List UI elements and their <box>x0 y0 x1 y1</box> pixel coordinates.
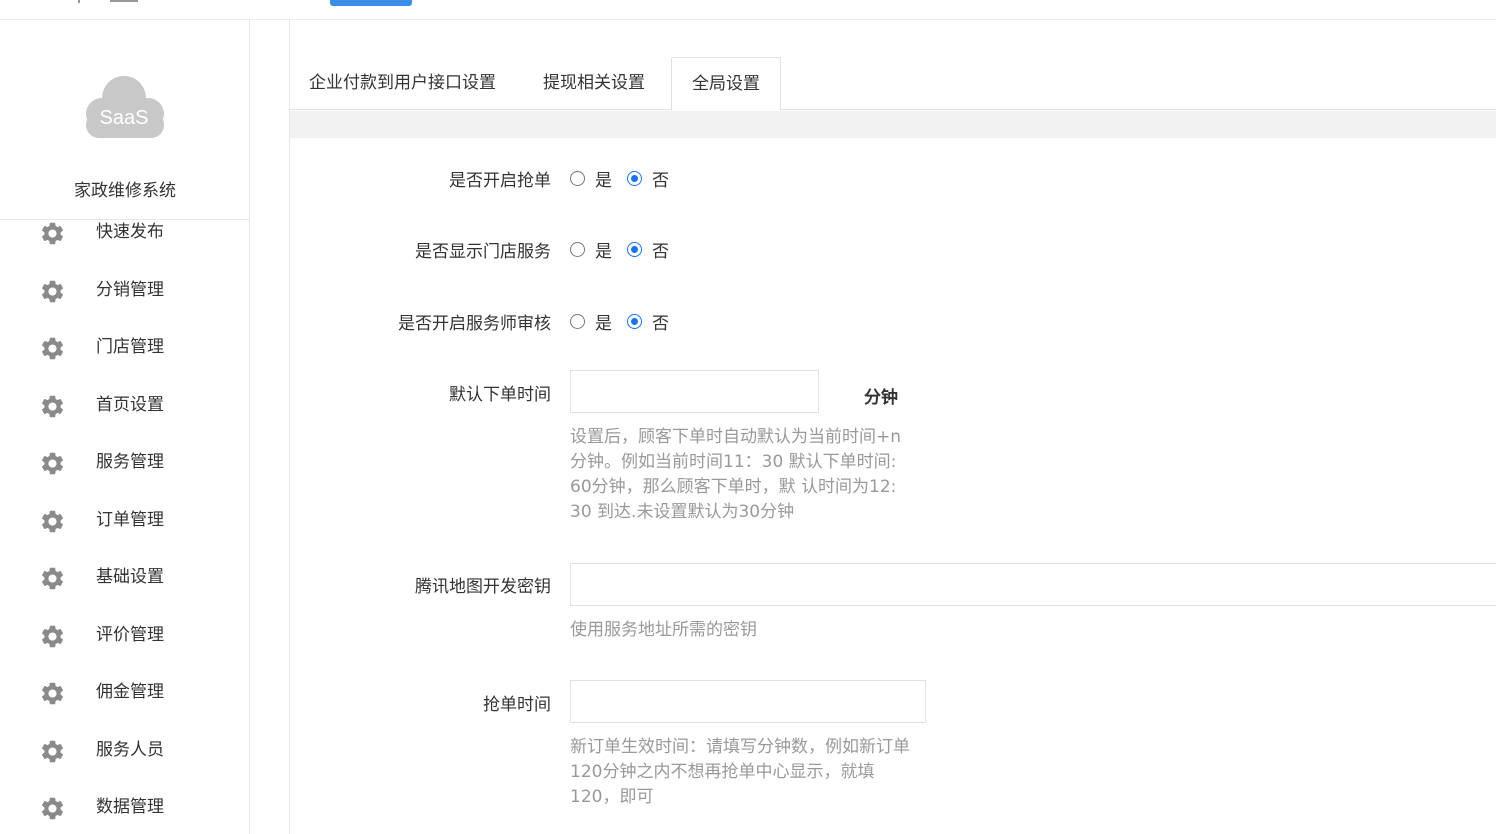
server-review-no-radio[interactable] <box>627 313 642 329</box>
tab-bar: 企业付款到用户接口设置 提现相关设置 全局设置 <box>290 57 1496 111</box>
server-review-label: 是否开启服务师审核 <box>398 314 551 334</box>
sidebar: SaaS 家政维修系统 快速发布 分销管理 门店管理 首页设置 服务管理 订单管… <box>0 20 250 834</box>
top-bar-fragment <box>78 0 80 3</box>
gear-icon <box>39 508 66 535</box>
gear-icon <box>39 393 66 420</box>
grab-time-input[interactable] <box>570 680 926 723</box>
gear-icon <box>39 278 66 305</box>
sidebar-menu: 快速发布 分销管理 门店管理 首页设置 服务管理 订单管理 基础设置 评价管理 … <box>0 210 250 834</box>
sidebar-item-label: 服务人员 <box>96 739 164 760</box>
sidebar-item-staff[interactable]: 服务人员 <box>0 728 250 786</box>
tab-enterprise-payment[interactable]: 企业付款到用户接口设置 <box>290 57 515 110</box>
grab-order-radio-group: 是 否 <box>570 166 684 191</box>
top-bar-button[interactable] <box>330 0 412 6</box>
panel-header-band <box>290 111 1496 138</box>
sidebar-item-quick-publish[interactable]: 快速发布 <box>0 210 250 268</box>
grab-order-yes-radio[interactable] <box>570 170 585 186</box>
show-store-service-no-radio[interactable] <box>627 241 642 257</box>
main-content: 企业付款到用户接口设置 提现相关设置 全局设置 是否开启抢单 是 否 是否显示门… <box>289 20 1496 834</box>
sidebar-item-label: 基础设置 <box>96 567 164 587</box>
grab-order-no-radio[interactable] <box>627 170 642 186</box>
tab-withdrawal-settings[interactable]: 提现相关设置 <box>524 57 664 110</box>
sidebar-item-label: 数据管理 <box>96 797 164 817</box>
gear-icon <box>39 565 66 592</box>
saas-logo: SaaS <box>76 72 172 144</box>
sidebar-item-orders[interactable]: 订单管理 <box>0 498 250 556</box>
gear-icon <box>39 220 66 247</box>
default-order-time-label: 默认下单时间 <box>449 385 551 405</box>
sidebar-item-stores[interactable]: 门店管理 <box>0 325 250 383</box>
sidebar-item-distribution[interactable]: 分销管理 <box>0 268 250 326</box>
tab-global-settings[interactable]: 全局设置 <box>671 57 781 111</box>
map-key-label: 腾讯地图开发密钥 <box>415 577 551 597</box>
server-review-radio-group: 是 否 <box>570 309 684 334</box>
default-order-time-hint: 设置后，顾客下单时自动默认为当前时间+n 分钟。例如当前时间11：30 默认下单… <box>570 427 902 522</box>
map-key-hint: 使用服务地址所需的密钥 <box>570 620 757 640</box>
radio-yes-label: 是 <box>595 313 612 334</box>
sidebar-item-label: 首页设置 <box>96 394 164 415</box>
sidebar-item-data[interactable]: 数据管理 <box>0 785 250 834</box>
sidebar-item-label: 快速发布 <box>96 222 164 242</box>
grab-order-label: 是否开启抢单 <box>449 171 551 191</box>
logo-text: SaaS <box>100 107 149 129</box>
radio-no-label: 否 <box>652 241 669 262</box>
sidebar-item-services[interactable]: 服务管理 <box>0 440 250 498</box>
sidebar-item-label: 评价管理 <box>96 624 164 645</box>
radio-no-label: 否 <box>652 170 669 191</box>
show-store-service-radio-group: 是 否 <box>570 237 684 262</box>
gear-icon <box>39 335 66 362</box>
grab-time-label: 抢单时间 <box>483 695 551 715</box>
sidebar-item-basic-settings[interactable]: 基础设置 <box>0 555 250 613</box>
radio-no-label: 否 <box>652 313 669 334</box>
grab-time-hint: 新订单生效时间：请填写分钟数，例如新订单 120分钟之内不想再抢单中心显示，就填… <box>570 737 910 807</box>
gear-icon <box>39 795 66 822</box>
default-order-time-input[interactable] <box>570 370 819 413</box>
server-review-yes-radio[interactable] <box>570 313 585 329</box>
radio-yes-label: 是 <box>595 241 612 262</box>
sidebar-item-label: 分销管理 <box>96 279 164 300</box>
gear-icon <box>39 450 66 477</box>
system-name: 家政维修系统 <box>74 181 176 201</box>
sidebar-item-label: 门店管理 <box>96 337 164 357</box>
sidebar-item-reviews[interactable]: 评价管理 <box>0 613 250 671</box>
radio-yes-label: 是 <box>595 170 612 191</box>
sidebar-item-label: 订单管理 <box>96 509 164 530</box>
gear-icon <box>39 680 66 707</box>
sidebar-item-label: 服务管理 <box>96 452 164 472</box>
show-store-service-yes-radio[interactable] <box>570 241 585 257</box>
top-bar <box>0 0 1496 20</box>
minutes-unit: 分钟 <box>864 388 898 408</box>
gear-icon <box>39 623 66 650</box>
top-bar-fragment <box>110 0 138 2</box>
map-key-input[interactable] <box>570 563 1496 606</box>
gear-icon <box>39 738 66 765</box>
sidebar-item-label: 佣金管理 <box>96 682 164 702</box>
sidebar-item-home-settings[interactable]: 首页设置 <box>0 383 250 441</box>
show-store-service-label: 是否显示门店服务 <box>415 242 551 262</box>
sidebar-item-commission[interactable]: 佣金管理 <box>0 670 250 728</box>
